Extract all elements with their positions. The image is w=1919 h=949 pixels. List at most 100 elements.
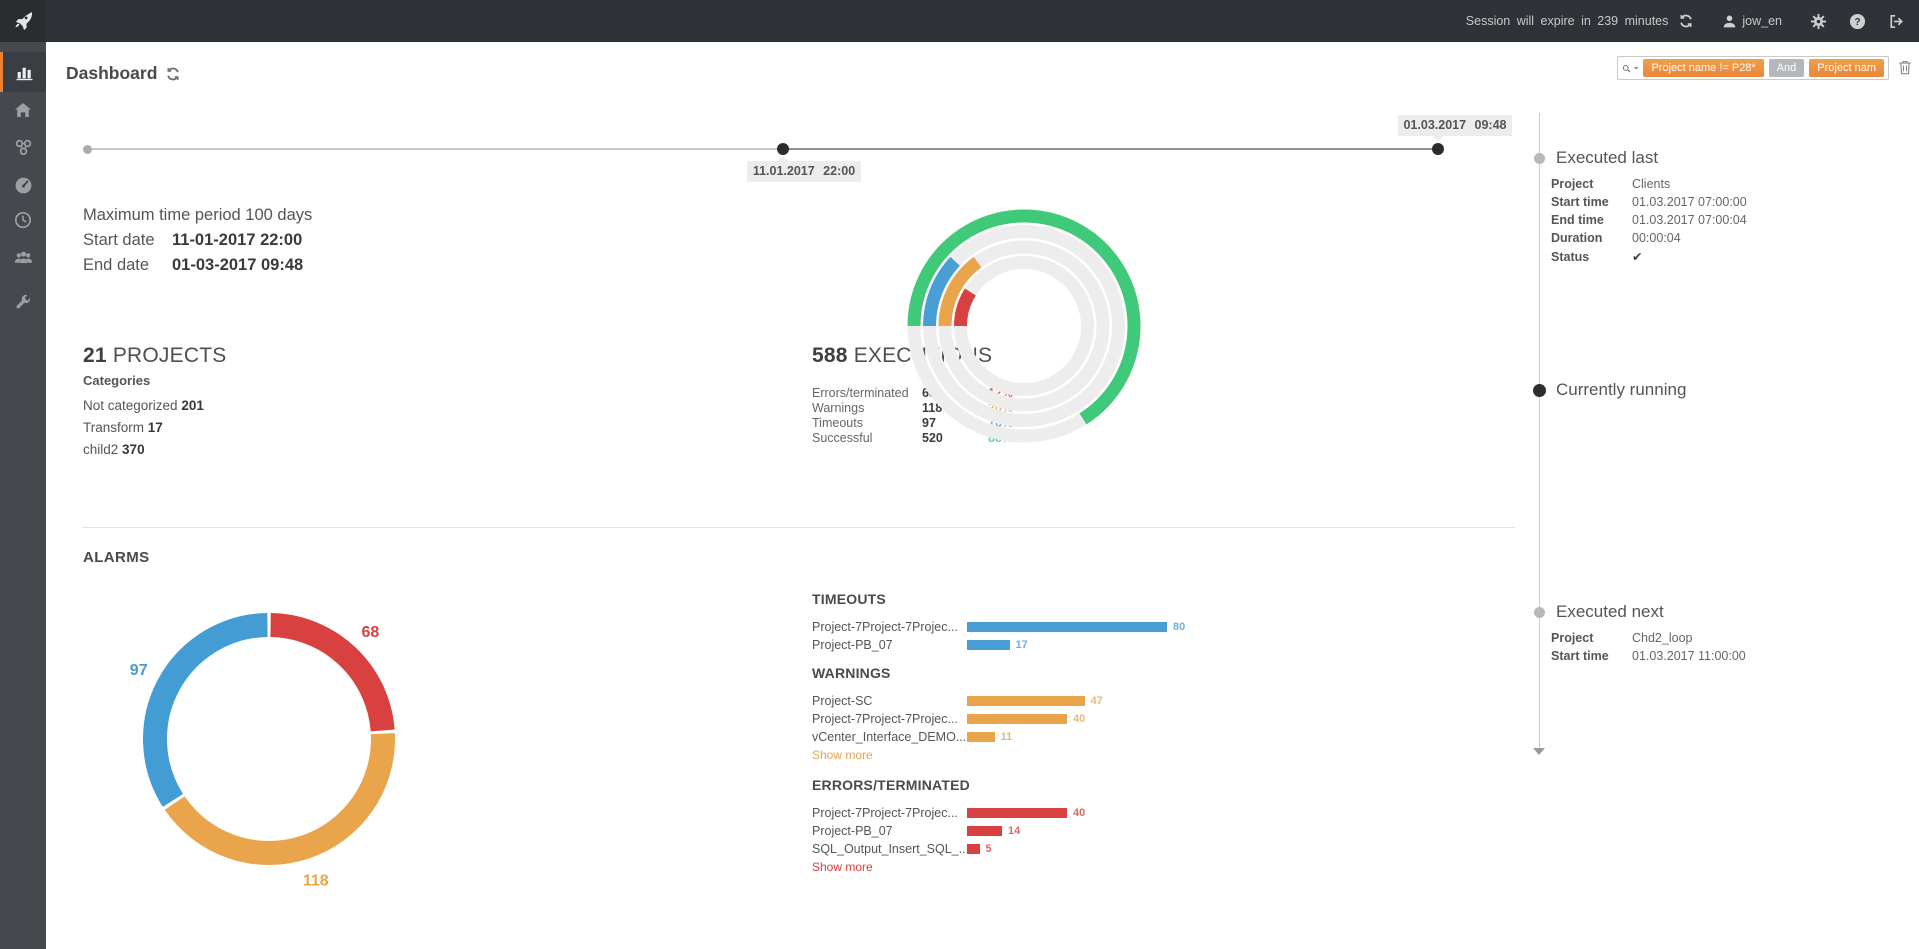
timeline-selected-range[interactable] <box>783 148 1438 150</box>
timeline-end-tooltip: 01.03.2017 09:48 <box>1398 115 1512 136</box>
logout-icon[interactable] <box>1888 13 1905 30</box>
table-row: Start time01.03.2017 11:00:00 <box>1551 649 1746 667</box>
table-row: ProjectChd2_loop <box>1551 631 1746 649</box>
executed-next-title: Executed next <box>1556 602 1664 622</box>
session-refresh-icon[interactable] <box>1678 13 1694 29</box>
table-row: ProjectClients <box>1551 177 1747 195</box>
sidebar-item-monitoring[interactable] <box>0 165 46 205</box>
page-title: Dashboard <box>66 63 157 84</box>
executions-count: 588 <box>812 344 848 367</box>
bar-row: Project-PB_0714 <box>812 822 1232 840</box>
table-row: Duration00:00:04 <box>1551 231 1747 249</box>
rocket-icon <box>11 9 35 33</box>
execution-timeline-arrow-down <box>1533 748 1545 755</box>
sidebar-item-projects[interactable] <box>0 127 46 167</box>
bar-row: Project-SC47 <box>812 692 1232 710</box>
executed-last-table: ProjectClients Start time01.03.2017 07:0… <box>1551 177 1747 267</box>
filter-chip[interactable]: Project name != P28* <box>1643 59 1763 77</box>
warning-bar <box>967 714 1067 724</box>
start-date-value: 11-01-2017 22:00 <box>172 231 302 249</box>
dashboard-refresh-icon[interactable] <box>165 66 181 82</box>
tooltip-notch <box>1433 136 1443 141</box>
bar-row: vCenter_Interface_DEMO...11 <box>812 728 1232 746</box>
errors-section: ERRORS/TERMINATED Project-7Project-7Proj… <box>812 777 1232 876</box>
max-period-line: Maximum time period 100 days <box>83 206 312 231</box>
sidebar-item-settings[interactable] <box>0 282 46 322</box>
bar-chart-icon <box>15 63 34 82</box>
filter-search-box[interactable]: Project name != P28* And Project nam <box>1617 56 1889 80</box>
projects-count: 21 <box>83 344 107 367</box>
left-sidebar <box>0 42 46 949</box>
top-bar: Session will expire in 239 minutes jow_e… <box>0 0 1919 42</box>
executed-next-dot <box>1534 607 1545 618</box>
warnings-show-more-link[interactable]: Show more <box>812 748 873 762</box>
warning-bar <box>967 732 995 742</box>
bar-row: Project-PB_0717 <box>812 636 1232 654</box>
wrench-icon <box>14 293 32 311</box>
timeout-bar <box>967 622 1167 632</box>
alarms-donut-chart: 68 118 97 <box>109 579 429 899</box>
error-bar <box>967 844 980 854</box>
status-check-icon: ✔ <box>1632 250 1642 264</box>
timeouts-heading: TIMEOUTS <box>812 591 1232 607</box>
timeline-left-handle[interactable] <box>777 143 789 155</box>
executions-ring-chart <box>894 196 1154 456</box>
bar-row: Project-7Project-7Projec...80 <box>812 618 1232 636</box>
filter-operator-chip[interactable]: And <box>1769 59 1805 77</box>
search-icon <box>1622 61 1631 76</box>
gauge-icon <box>14 176 33 195</box>
warnings-heading: WARNINGS <box>812 665 1232 681</box>
alarms-title: ALARMS <box>83 549 150 566</box>
categories-list: Not categorized 201 Transform 17 child2 … <box>83 398 204 464</box>
table-row: End time01.03.2017 07:00:04 <box>1551 213 1747 231</box>
tooltip-notch <box>778 156 788 161</box>
errors-show-more-link[interactable]: Show more <box>812 860 873 874</box>
clear-filter-trash-icon[interactable] <box>1897 59 1913 76</box>
svg-text:68: 68 <box>362 624 380 641</box>
executed-last-dot <box>1534 153 1545 164</box>
nodes-icon <box>14 138 33 157</box>
bar-row: Project-7Project-7Projec...40 <box>812 710 1232 728</box>
app-logo[interactable] <box>0 0 46 42</box>
currently-running-dot <box>1533 384 1546 397</box>
chevron-down-icon[interactable] <box>1634 66 1639 71</box>
end-date-value: 01-03-2017 09:48 <box>172 256 303 274</box>
currently-running-title: Currently running <box>1556 380 1686 400</box>
sidebar-item-users[interactable] <box>0 237 46 277</box>
error-bar <box>967 826 1002 836</box>
timeline-start-dot <box>83 145 92 154</box>
executed-last-title: Executed last <box>1556 148 1658 168</box>
bar-row: SQL_Output_Insert_SQL_...5 <box>812 840 1232 858</box>
svg-text:118: 118 <box>303 872 329 889</box>
home-icon <box>14 101 32 119</box>
sidebar-item-home[interactable] <box>0 90 46 130</box>
settings-gear-icon[interactable] <box>1810 13 1827 30</box>
category-row: Transform 17 <box>83 420 204 442</box>
topbar-right-cluster: Session will expire in 239 minutes jow_e… <box>1466 13 1919 30</box>
executed-next-table: ProjectChd2_loop Start time01.03.2017 11… <box>1551 631 1746 667</box>
end-date-label: End date <box>83 256 172 275</box>
timeouts-section: TIMEOUTS Project-7Project-7Projec...80 P… <box>812 591 1232 654</box>
clock-icon <box>14 211 32 229</box>
table-row: Status✔ <box>1551 249 1747 267</box>
timeline-right-handle[interactable] <box>1432 143 1444 155</box>
username[interactable]: jow_en <box>1742 14 1782 28</box>
timeline-start-tooltip: 11.01.2017 22:00 <box>747 161 861 182</box>
sidebar-item-schedule[interactable] <box>0 200 46 240</box>
execution-timeline-line <box>1539 113 1540 748</box>
filter-chip[interactable]: Project nam <box>1809 59 1884 77</box>
warning-bar <box>967 696 1085 706</box>
category-row: Not categorized 201 <box>83 398 204 420</box>
warnings-section: WARNINGS Project-SC47 Project-7Project-7… <box>812 665 1232 764</box>
period-info: Maximum time period 100 days Start date1… <box>83 206 312 281</box>
category-row: child2 370 <box>83 442 204 464</box>
session-expiry-text: Session will expire in 239 minutes <box>1466 14 1669 28</box>
help-icon[interactable]: ? <box>1849 13 1866 30</box>
categories-label: Categories <box>83 373 150 388</box>
user-icon[interactable] <box>1722 14 1737 29</box>
timeline-track[interactable] <box>87 148 783 150</box>
error-bar <box>967 808 1067 818</box>
sidebar-item-dashboard[interactable] <box>0 52 46 92</box>
svg-text:?: ? <box>1854 16 1860 27</box>
svg-text:97: 97 <box>130 662 148 679</box>
